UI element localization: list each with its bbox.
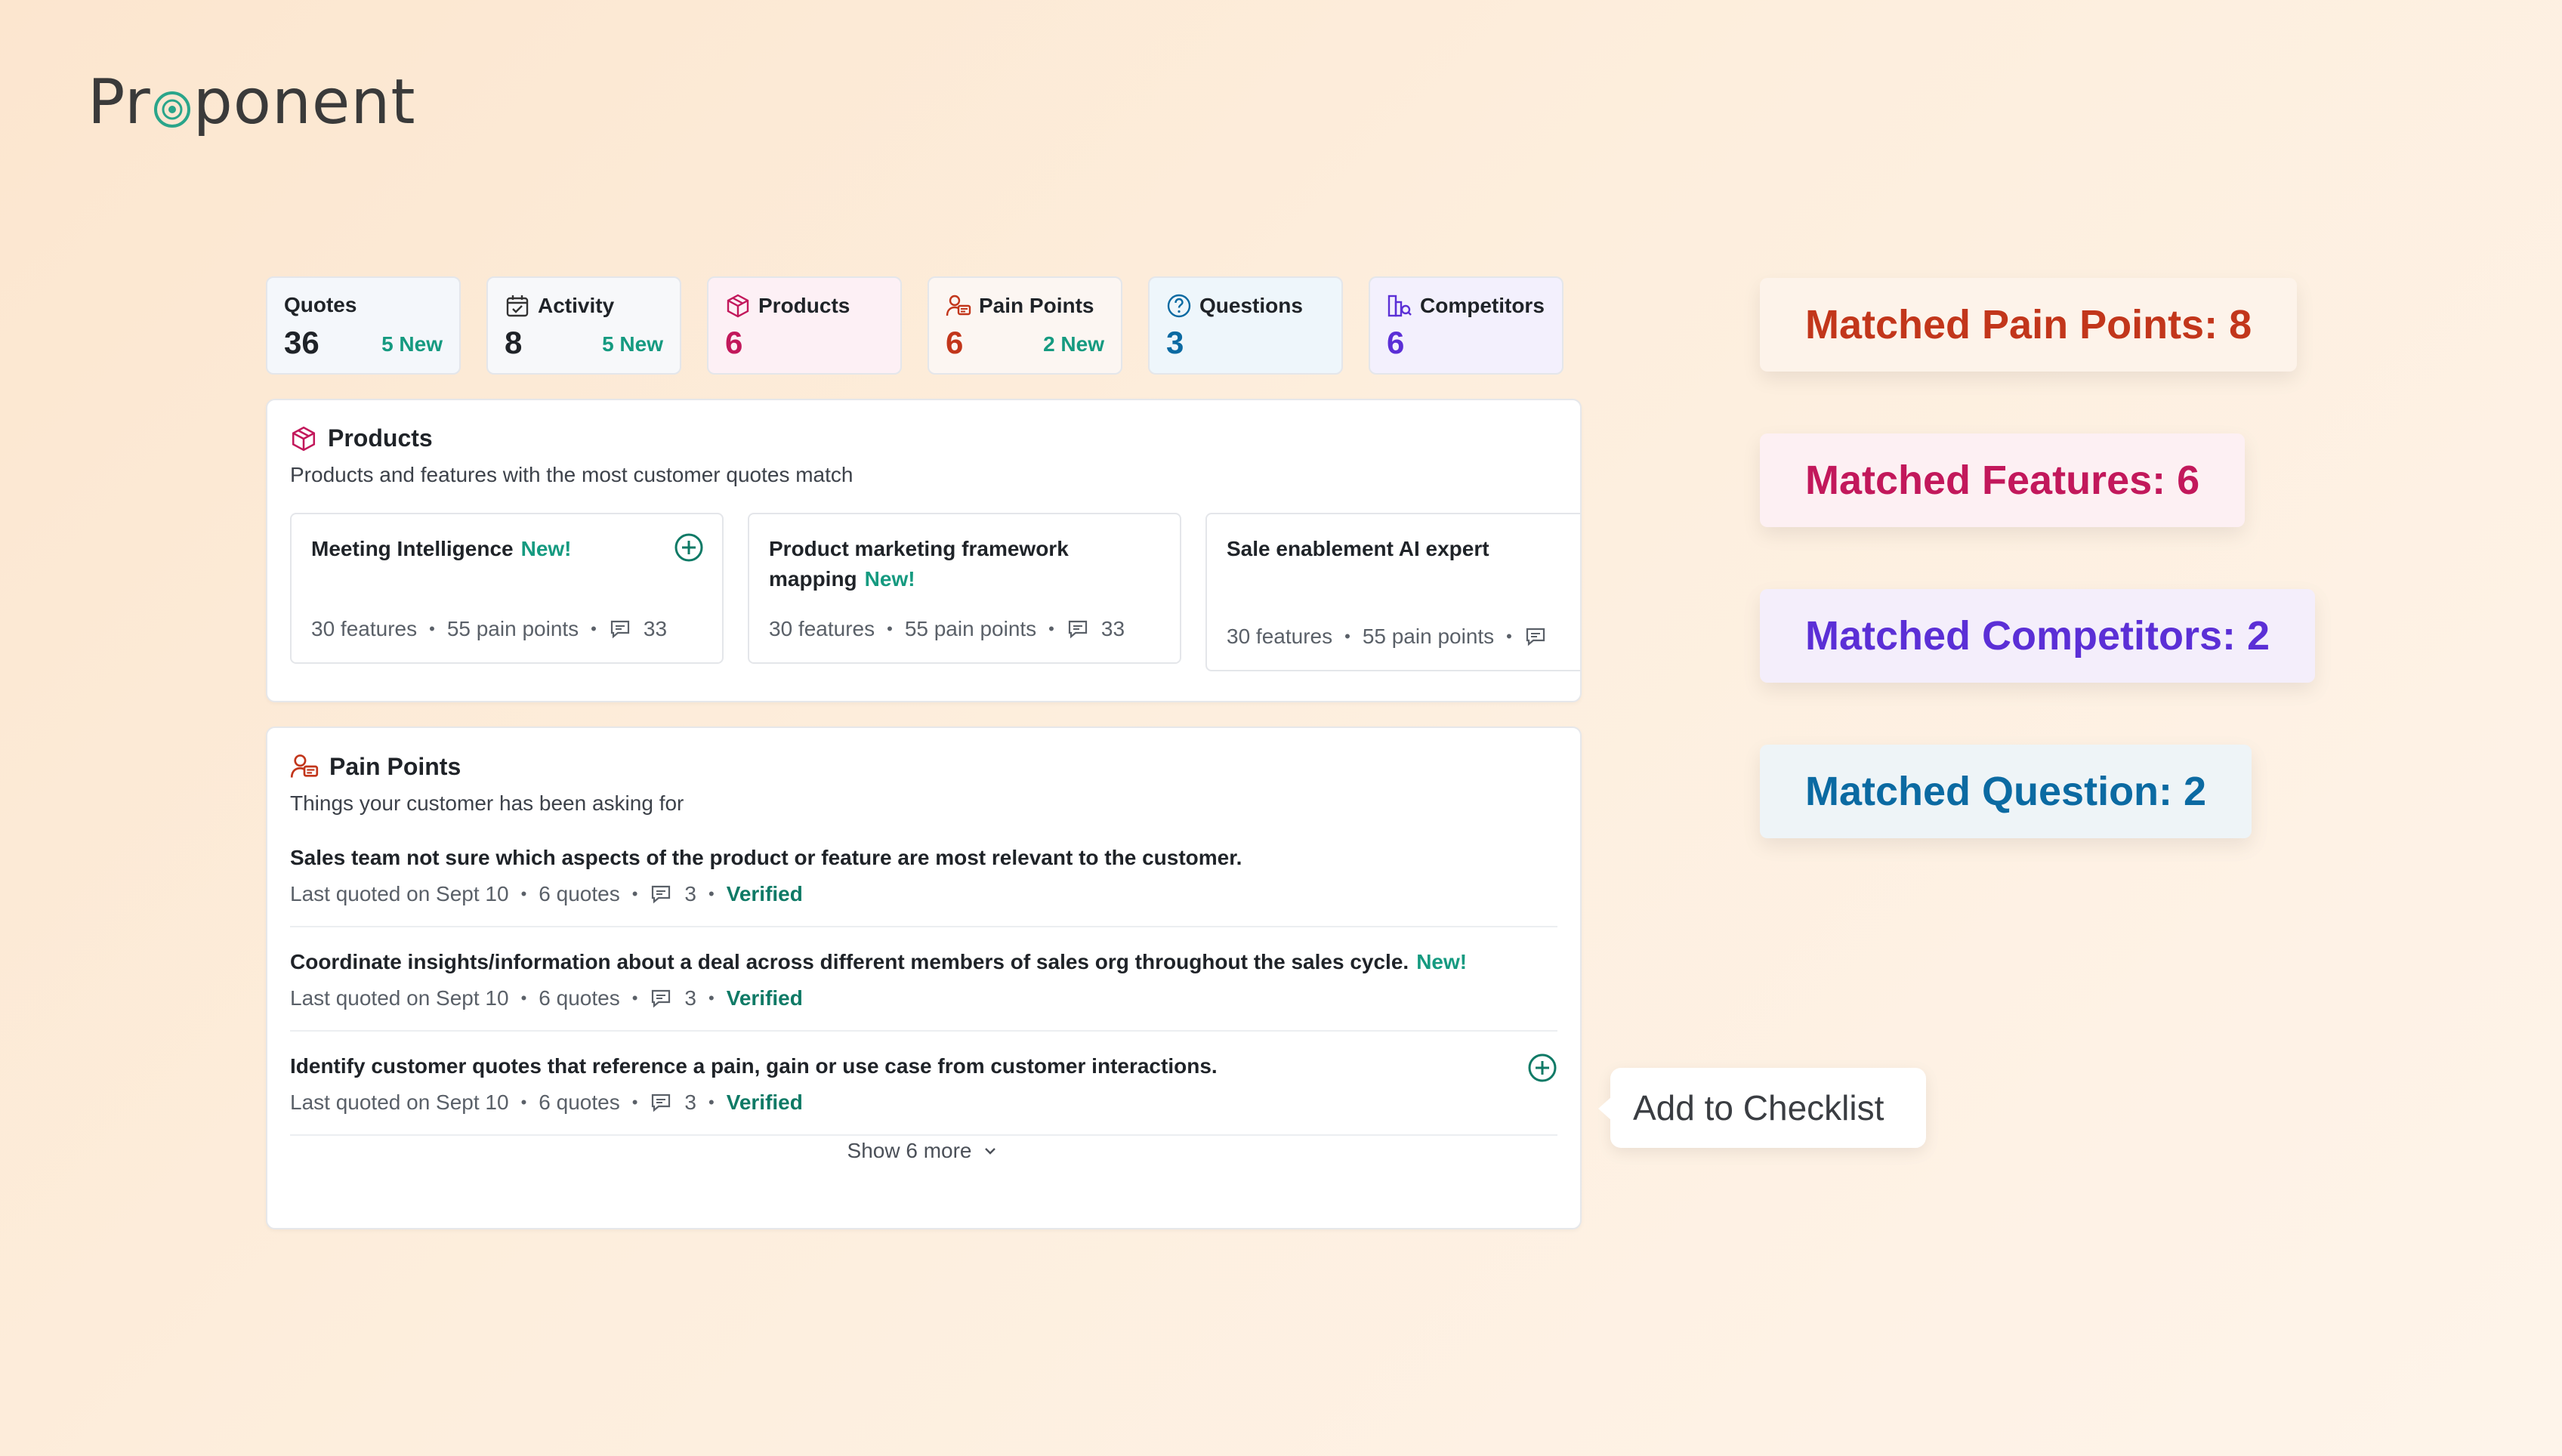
chevron-down-icon xyxy=(985,1148,996,1155)
tab-new-count: 2 New xyxy=(1043,332,1104,356)
tab-new-count: 5 New xyxy=(602,332,663,356)
quotes-count: 6 quotes xyxy=(539,1090,620,1114)
verified-status: Verified xyxy=(726,882,803,905)
comment-icon xyxy=(652,989,671,1008)
pain-point-text: Identify customer quotes that reference … xyxy=(290,1054,1218,1078)
comment-icon xyxy=(1068,620,1087,639)
tab-quotes[interactable]: Quotes 36 5 New xyxy=(266,276,461,375)
products-card: Products Products and features with the … xyxy=(266,399,1582,702)
tab-count: 6 xyxy=(946,325,964,360)
stat-tabs: Quotes 36 5 New Activity 8 5 New Product… xyxy=(266,276,1563,375)
product-name: Sale enablement AI expert xyxy=(1227,537,1489,560)
tab-activity[interactable]: Activity 8 5 New xyxy=(486,276,681,375)
product-name: Product marketing framework mapping xyxy=(769,537,1069,591)
quotes-count: 6 quotes xyxy=(539,882,620,905)
add-circle-icon[interactable] xyxy=(674,532,704,563)
quotes-count: 6 quotes xyxy=(539,986,620,1010)
logo-text-left: Pr xyxy=(88,66,151,138)
comments-count: 33 xyxy=(1100,617,1125,640)
pain-point-meta: Last quoted on Sept 10 • 6 quotes • 3 • Ver… xyxy=(290,986,803,1010)
card-title: Products xyxy=(328,424,433,452)
product-card[interactable]: Sale enablement AI expert 30 features • 5… xyxy=(1205,513,1580,671)
calendar-icon xyxy=(506,295,529,317)
tab-count: 6 xyxy=(1387,325,1405,360)
product-meta: 30 features • 55 pain points • 33 xyxy=(769,617,1125,640)
pain-point-item[interactable]: Sales team not sure which aspects of the… xyxy=(290,823,1557,927)
question-icon xyxy=(1167,294,1191,318)
pain-points-card: Pain Points Things your customer has bee… xyxy=(266,726,1582,1229)
pain-point-meta: Last quoted on Sept 10 • 6 quotes • 3 • Ver… xyxy=(290,882,803,905)
pain-point-meta: Last quoted on Sept 10 • 6 quotes • 3 • Ver… xyxy=(290,1090,803,1114)
add-to-checklist-tooltip: Add to Checklist xyxy=(1598,1068,1926,1148)
matched-question-callout: Matched Question: 2 xyxy=(1760,745,2252,838)
tab-label: Pain Points xyxy=(979,294,1094,317)
pain-point-text: Sales team not sure which aspects of the… xyxy=(290,846,1242,869)
last-quoted: Last quoted on Sept 10 xyxy=(290,1090,509,1114)
tab-products[interactable]: Products 6 xyxy=(707,276,902,375)
box-icon xyxy=(727,294,749,318)
pain-point-item[interactable]: Identify customer quotes that reference … xyxy=(290,1032,1557,1136)
last-quoted: Last quoted on Sept 10 xyxy=(290,882,509,905)
features-count: 30 features xyxy=(769,617,875,640)
box-icon xyxy=(292,426,316,451)
comments-count: 3 xyxy=(684,882,696,905)
product-name: Meeting Intelligence xyxy=(311,537,514,560)
show-more-button[interactable]: Show 6 more xyxy=(290,1139,1557,1163)
tab-label: Activity xyxy=(538,294,615,317)
comments-count: 3 xyxy=(684,986,696,1010)
add-circle-icon[interactable] xyxy=(1527,1053,1557,1083)
tab-questions[interactable]: Questions 3 xyxy=(1148,276,1343,375)
tab-label: Competitors xyxy=(1420,294,1545,317)
product-card[interactable]: Product marketing framework mapping New! … xyxy=(748,513,1181,664)
comment-icon xyxy=(652,885,671,904)
verified-status: Verified xyxy=(726,986,803,1010)
show-more-label: Show 6 more xyxy=(847,1139,972,1162)
tab-count: 3 xyxy=(1166,325,1184,360)
card-subtitle: Things your customer has been asking for xyxy=(290,791,684,815)
card-title: Pain Points xyxy=(329,752,461,780)
product-card[interactable]: Meeting Intelligence New! 30 features • 55… xyxy=(290,513,724,664)
matched-competitors-callout: Matched Competitors: 2 xyxy=(1760,589,2316,683)
tab-label: Products xyxy=(758,294,850,317)
tab-new-count: 5 New xyxy=(381,332,443,356)
pain-point-item[interactable]: Coordinate insights/information about a … xyxy=(290,927,1557,1032)
card-subtitle: Products and features with the most cust… xyxy=(290,463,853,486)
product-meta: 30 features • 55 pain points • xyxy=(1227,625,1547,649)
comment-icon xyxy=(610,620,629,639)
proponent-logo: Pr ponent xyxy=(88,66,416,138)
pain-points-count: 55 pain points xyxy=(904,617,1037,640)
new-badge: New! xyxy=(864,567,915,591)
matched-features-callout: Matched Features: 6 xyxy=(1760,433,2246,527)
product-list: Meeting Intelligence New! 30 features • 55… xyxy=(290,513,1580,671)
tab-count: 8 xyxy=(505,325,523,360)
pain-points-count: 55 pain points xyxy=(446,617,579,640)
comments-count: 33 xyxy=(643,617,668,640)
person-chat-icon xyxy=(290,754,319,778)
buildings-search-icon xyxy=(1387,295,1412,317)
tab-pain-points[interactable]: Pain Points 6 2 New xyxy=(928,276,1122,375)
verified-status: Verified xyxy=(726,1090,803,1114)
features-count: 30 features xyxy=(1227,625,1333,648)
matched-pain-points-callout: Matched Pain Points: 8 xyxy=(1760,278,2298,372)
product-meta: 30 features • 55 pain points • 33 xyxy=(311,617,668,640)
person-chat-icon xyxy=(946,295,971,316)
logo-text-right: ponent xyxy=(193,66,416,138)
comment-icon xyxy=(652,1094,671,1112)
tab-label: Questions xyxy=(1199,294,1303,317)
new-badge: New! xyxy=(520,537,572,560)
tab-label: Quotes xyxy=(284,293,357,316)
pain-point-text: Coordinate insights/information about a … xyxy=(290,950,1409,973)
comments-count: 3 xyxy=(684,1090,696,1114)
tab-count: 36 xyxy=(284,325,319,360)
features-count: 30 features xyxy=(311,617,418,640)
tab-competitors[interactable]: Competitors 6 xyxy=(1369,276,1563,375)
pain-points-count: 55 pain points xyxy=(1362,625,1495,648)
new-badge: New! xyxy=(1416,950,1468,973)
last-quoted: Last quoted on Sept 10 xyxy=(290,986,509,1010)
comment-icon xyxy=(1526,628,1545,646)
logo-target-icon xyxy=(153,90,192,129)
tab-count: 6 xyxy=(725,325,743,360)
